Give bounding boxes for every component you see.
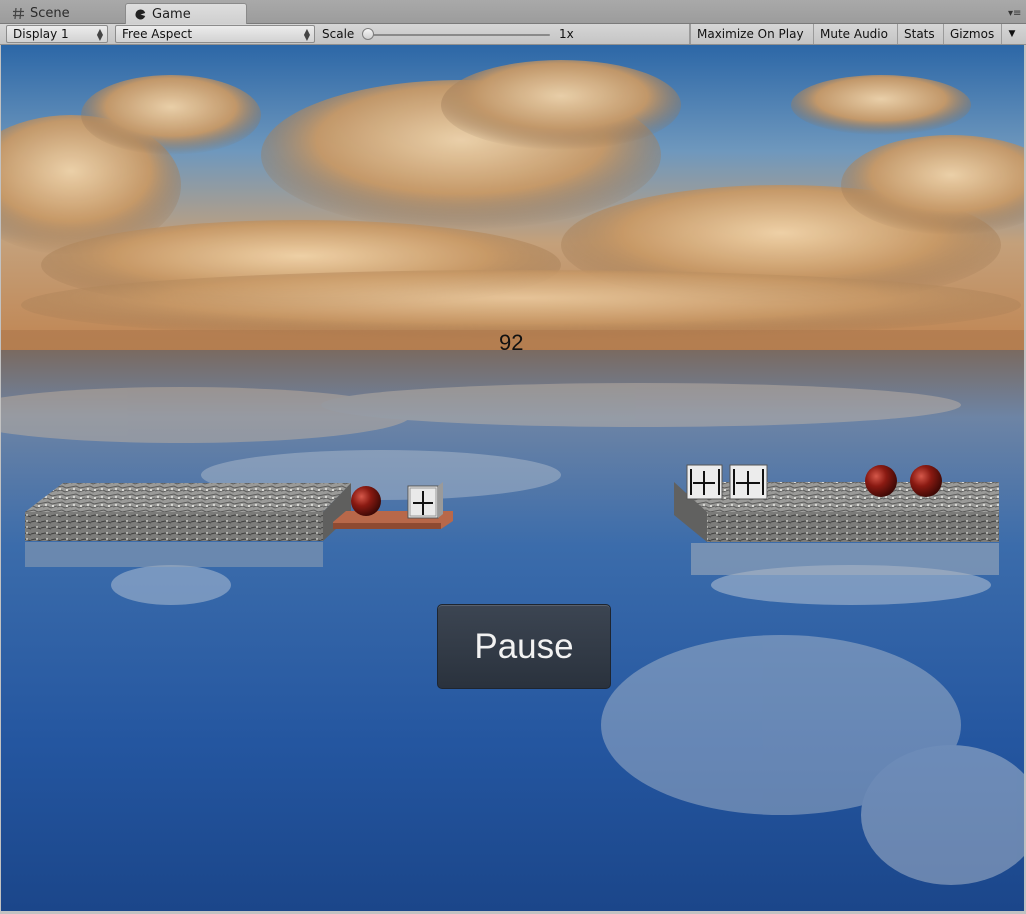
scale-label: Scale [322,27,355,41]
stats-label: Stats [904,27,935,41]
scale-slider-track[interactable] [364,34,550,36]
hash-icon [12,7,25,20]
scale-slider-thumb[interactable] [362,28,374,40]
crate [729,464,768,500]
maximize-on-play-label: Maximize On Play [697,27,804,41]
pause-button[interactable]: Pause [437,604,611,689]
red-ball [351,486,381,516]
dropdown-arrows-icon: ▲ ▼ [96,27,103,42]
left-platform [25,483,351,567]
game-toolbar: Display 1 ▲ ▼ Free Aspect ▲ ▼ Scale 1x Max… [0,24,1026,45]
gizmos-toggle[interactable]: Gizmos [944,24,1002,44]
game-view[interactable]: 92 Pause [1,45,1024,911]
crate [407,482,443,519]
game-scene [1,45,1024,911]
mute-audio-label: Mute Audio [820,27,888,41]
pacman-icon [134,8,147,21]
maximize-on-play-toggle[interactable]: Maximize On Play [690,24,814,44]
aspect-select[interactable]: Free Aspect ▲ ▼ [115,25,315,43]
editor-tab-strip: Scene Game ▾≡ [0,0,1026,24]
tab-game-label: Game [152,6,191,22]
dropdown-arrows-icon: ▲ ▼ [303,27,310,42]
tab-scene-label: Scene [30,6,70,21]
aspect-select-value: Free Aspect [122,27,193,41]
gizmos-dropdown-icon[interactable]: ▼ [1002,24,1022,44]
tab-game[interactable]: Game [125,3,247,24]
right-platform [674,482,999,575]
score-counter: 92 [499,330,524,355]
display-select[interactable]: Display 1 ▲ ▼ [6,25,108,43]
red-ball [865,465,897,497]
display-select-value: Display 1 [13,27,69,41]
crate [686,464,723,500]
red-ball [910,465,942,497]
mute-audio-toggle[interactable]: Mute Audio [814,24,898,44]
gizmos-label: Gizmos [950,27,995,41]
scale-value: 1x [559,27,574,41]
tab-options-icon[interactable]: ▾≡ [1008,8,1021,20]
tab-scene[interactable]: Scene [4,3,122,24]
stats-toggle[interactable]: Stats [898,24,944,44]
